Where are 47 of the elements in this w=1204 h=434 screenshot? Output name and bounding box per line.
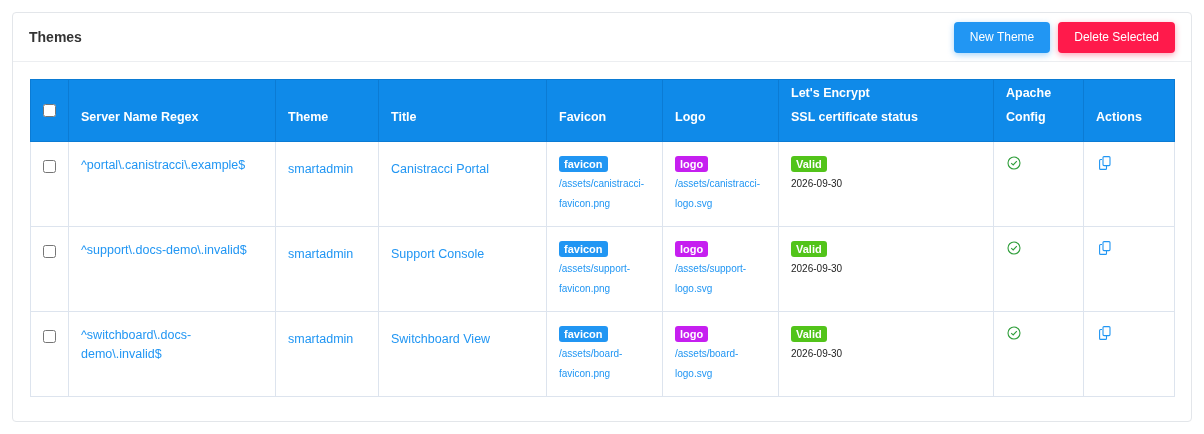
asset-path-link[interactable]: /assets/board-logo.svg (675, 344, 767, 384)
column-header: Theme (288, 110, 329, 124)
regex-link[interactable]: ^support\.docs-demo\.invalid$ (81, 241, 263, 260)
asset-badge: logo (675, 156, 709, 172)
copy-icon[interactable] (1099, 241, 1111, 255)
theme-link[interactable]: smartadmin (288, 332, 354, 346)
expiry-date: 2026-09-30 (791, 262, 843, 276)
column-header: Server Name Regex (81, 110, 199, 124)
status-badge: Valid (791, 241, 827, 257)
column-header: Let's Encrypt SSL certificate status (791, 86, 918, 124)
title-link[interactable]: Canistracci Portal (391, 162, 489, 176)
expiry-date: 2026-09-30 (791, 177, 843, 191)
asset-path-link[interactable]: /assets/support-favicon.png (559, 259, 651, 299)
asset-badge: favicon (559, 326, 608, 342)
column-header: Title (391, 110, 417, 124)
theme-link[interactable]: smartadmin (288, 247, 354, 261)
check-circle-icon (1007, 156, 1021, 170)
checkbox[interactable] (43, 245, 56, 258)
asset-badge: logo (675, 241, 709, 257)
copy-icon[interactable] (1099, 156, 1111, 170)
asset-badge: favicon (559, 241, 608, 257)
copy-icon[interactable] (1099, 326, 1111, 340)
asset-badge: logo (675, 326, 709, 342)
asset-path-link[interactable]: /assets/board-favicon.png (559, 344, 651, 384)
status-badge: Valid (791, 326, 827, 342)
expiry-date: 2026-09-30 (791, 347, 843, 361)
theme-link[interactable]: smartadmin (288, 162, 354, 176)
status-badge: Valid (791, 156, 827, 172)
new-theme-button[interactable]: New Theme (953, 21, 1051, 53)
regex-link[interactable]: ^portal\.canistracci\.example$ (81, 156, 263, 175)
asset-path-link[interactable]: /assets/canistracci-logo.svg (675, 174, 767, 214)
title-link[interactable]: Switchboard View (391, 332, 491, 346)
checkbox[interactable] (43, 330, 56, 343)
column-header: Logo (675, 110, 706, 124)
asset-path-link[interactable]: /assets/support-logo.svg (675, 259, 767, 299)
title-link[interactable]: Support Console (391, 247, 485, 261)
delete-selected-button[interactable]: Delete Selected (1058, 21, 1175, 53)
card-title: Themes (29, 27, 82, 47)
checkbox[interactable] (43, 104, 56, 117)
asset-badge: favicon (559, 156, 608, 172)
checkbox[interactable] (43, 160, 56, 173)
check-circle-icon (1007, 326, 1021, 340)
column-header: Favicon (559, 110, 607, 124)
column-header: Actions (1096, 110, 1142, 124)
asset-path-link[interactable]: /assets/canistracci-favicon.png (559, 174, 651, 214)
check-circle-icon (1007, 241, 1021, 255)
column-header: Apache Config (1006, 86, 1052, 124)
